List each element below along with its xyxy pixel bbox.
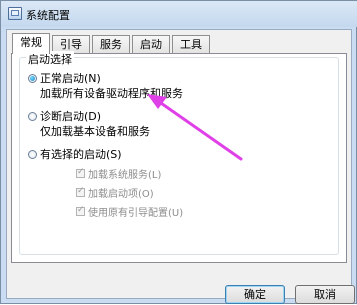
- selective-startup-label: 有选择的启动(S): [40, 148, 122, 161]
- radio-unchecked-icon[interactable]: [28, 149, 37, 159]
- checkbox-checked-icon[interactable]: [76, 205, 85, 216]
- radio-checked-icon[interactable]: [28, 73, 37, 83]
- load-system-services-label: 加载系统服务(L): [88, 170, 162, 181]
- radio-unchecked-icon[interactable]: [28, 111, 37, 121]
- system-config-icon: [8, 7, 22, 20]
- load-startup-items-label: 加载启动项(O): [88, 189, 154, 200]
- diagnostic-startup-radio[interactable]: 诊断启动(D): [28, 108, 101, 124]
- tab-tools[interactable]: 工具: [172, 35, 210, 53]
- checkbox-checked-icon[interactable]: [76, 186, 85, 197]
- dialog-body: 常规 引导 服务 启动 工具 启动选择 正常启动(N) 加载所有设备驱动程序和服…: [6, 29, 355, 304]
- system-config-window: 系统配置 常规 引导 服务 启动 工具 启动选择 正常启动(N) 加载所有设备驱…: [0, 0, 357, 304]
- diagnostic-startup-label: 诊断启动(D): [40, 110, 102, 123]
- diagnostic-startup-description: 仅加载基本设备和服务: [40, 125, 150, 138]
- normal-startup-description: 加载所有设备驱动程序和服务: [40, 87, 183, 100]
- checkbox-checked-icon[interactable]: [76, 167, 85, 178]
- tab-startup[interactable]: 启动: [132, 35, 170, 53]
- title-bar[interactable]: 系统配置: [1, 1, 357, 27]
- tab-panel-general: 启动选择 正常启动(N) 加载所有设备驱动程序和服务 诊断启动(D) 仅加载基本…: [11, 51, 347, 263]
- normal-startup-label: 正常启动(N): [40, 72, 101, 85]
- use-original-boot-config-label: 使用原有引导配置(U): [88, 208, 184, 219]
- ok-button[interactable]: 确定: [225, 285, 285, 304]
- load-startup-items-checkbox[interactable]: 加载启动项(O): [76, 185, 154, 200]
- tab-general[interactable]: 常规: [12, 33, 50, 54]
- normal-startup-radio[interactable]: 正常启动(N): [28, 70, 101, 86]
- cancel-button[interactable]: 取消: [295, 285, 355, 304]
- startup-selection-group: 启动选择 正常启动(N) 加载所有设备驱动程序和服务 诊断启动(D) 仅加载基本…: [19, 51, 339, 255]
- load-system-services-checkbox[interactable]: 加载系统服务(L): [76, 166, 161, 181]
- selective-startup-radio[interactable]: 有选择的启动(S): [28, 146, 122, 162]
- use-original-boot-config-checkbox[interactable]: 使用原有引导配置(U): [76, 204, 183, 219]
- tab-services[interactable]: 服务: [92, 35, 130, 53]
- window-title: 系统配置: [26, 9, 70, 22]
